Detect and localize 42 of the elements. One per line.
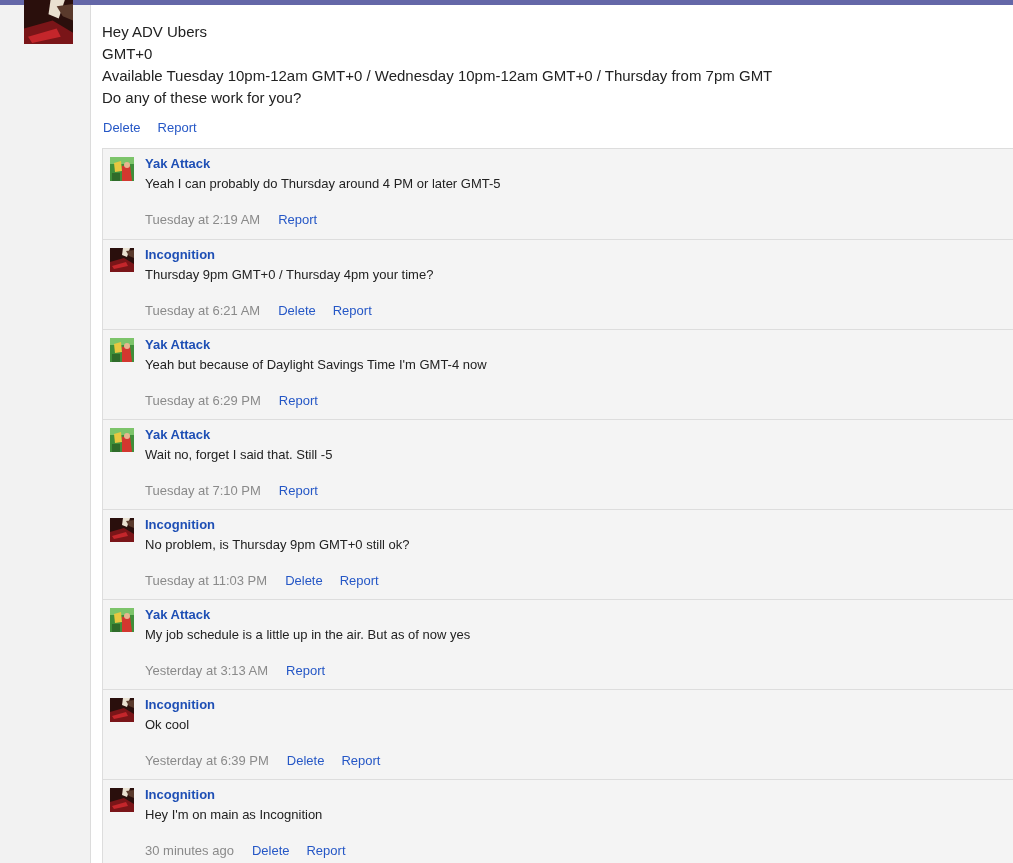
action-link[interactable]: Delete — [278, 300, 316, 320]
reply-text: Hey I'm on main as Incognition — [145, 805, 324, 824]
timestamp: Tuesday at 2:19 AM — [145, 210, 261, 229]
author-name[interactable]: Incognition — [145, 786, 346, 803]
action-link[interactable]: Report — [341, 750, 381, 770]
timestamp: Yesterday at 6:39 PM — [145, 751, 269, 770]
post-text: GMT+0 — [102, 44, 154, 64]
action-link[interactable]: Report — [332, 300, 372, 320]
timestamp: Tuesday at 6:21 AM — [145, 301, 261, 320]
reply-text: Yeah but because of Daylight Savings Time I'm GMT-4 now — [145, 355, 487, 374]
action-link[interactable]: Report — [278, 480, 318, 500]
action-link[interactable]: Delete — [251, 840, 290, 860]
action-link[interactable]: Delete — [103, 118, 141, 138]
author-name[interactable]: Incognition — [145, 246, 434, 263]
action-link[interactable]: Report — [339, 570, 379, 590]
action-link[interactable]: Report — [157, 118, 197, 138]
author-name[interactable]: Yak Attack — [145, 606, 471, 623]
timestamp: Tuesday at 11:03 PM — [145, 571, 268, 590]
timestamp: 30 minutes ago — [145, 841, 234, 860]
timestamp: Yesterday at 3:13 AM — [145, 661, 269, 680]
post-text: Hey ADV Ubers — [102, 22, 209, 42]
reply-text: Yeah I can probably do Thursday around 4 PM or later GMT-5 — [145, 174, 501, 193]
reply-text: Ok cool — [145, 715, 191, 734]
reply-text: No problem, is Thursday 9pm GMT+0 still ok? — [145, 535, 410, 554]
action-link[interactable]: Report — [306, 840, 346, 860]
action-link[interactable]: Report — [278, 209, 318, 229]
author-name[interactable]: Yak Attack — [145, 155, 501, 172]
post-text: Available Tuesday 10pm-12am GMT+0 / Wednesday 10pm-12am GMT+0 / Thursday from 7pm GMT — [102, 66, 774, 86]
timestamp: Tuesday at 7:10 PM — [145, 481, 261, 500]
action-link[interactable]: Delete — [286, 750, 325, 770]
action-link[interactable]: Delete — [285, 570, 323, 590]
author-name[interactable]: Yak Attack — [145, 336, 487, 353]
reply-text: Wait no, forget I said that. Still -5 — [145, 445, 333, 464]
author-name[interactable]: Incognition — [145, 516, 410, 533]
action-link[interactable]: Report — [286, 660, 326, 680]
reply-text: My job schedule is a little up in the air. But as of now yes — [145, 625, 471, 644]
author-name[interactable]: Incognition — [145, 696, 381, 713]
timestamp: Tuesday at 6:29 PM — [145, 391, 261, 410]
author-name[interactable]: Yak Attack — [145, 426, 333, 443]
action-link[interactable]: Report — [278, 390, 318, 410]
post-text: Do any of these work for you? — [102, 88, 303, 108]
reply-text: Thursday 9pm GMT+0 / Thursday 4pm your time? — [145, 265, 434, 284]
